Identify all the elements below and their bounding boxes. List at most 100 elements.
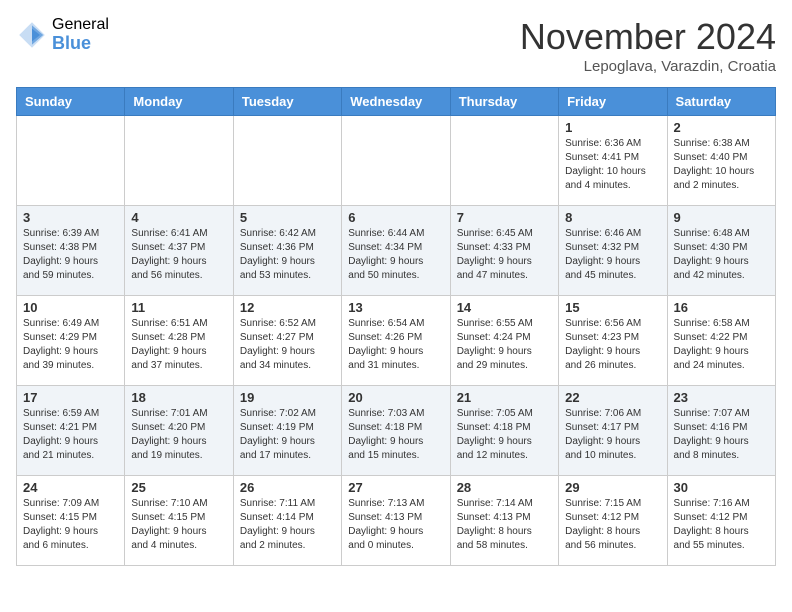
logo-general: General xyxy=(52,16,109,34)
col-header-wednesday: Wednesday xyxy=(342,88,450,116)
day-number: 18 xyxy=(131,390,226,405)
day-info: Sunrise: 6:44 AM Sunset: 4:34 PM Dayligh… xyxy=(348,227,443,283)
col-header-sunday: Sunday xyxy=(17,88,125,116)
calendar-cell: 30 Sunrise: 7:16 AM Sunset: 4:12 PM Dayli… xyxy=(667,476,775,566)
day-number: 20 xyxy=(348,390,443,405)
day-info: Sunrise: 7:15 AM Sunset: 4:12 PM Dayligh… xyxy=(565,497,660,553)
day-info: Sunrise: 6:58 AM Sunset: 4:22 PM Dayligh… xyxy=(674,317,769,373)
calendar-cell: 15 Sunrise: 6:56 AM Sunset: 4:23 PM Dayli… xyxy=(559,296,667,386)
logo-icon xyxy=(16,19,48,51)
calendar-cell xyxy=(450,116,558,206)
calendar-cell: 9 Sunrise: 6:48 AM Sunset: 4:30 PM Daylig… xyxy=(667,206,775,296)
calendar-cell xyxy=(342,116,450,206)
day-number: 9 xyxy=(674,210,769,225)
day-number: 10 xyxy=(23,300,118,315)
calendar-cell: 2Sunrise: 6:38 AM Sunset: 4:40 PM Daylig… xyxy=(667,116,775,206)
day-number: 15 xyxy=(565,300,660,315)
day-info: Sunrise: 6:51 AM Sunset: 4:28 PM Dayligh… xyxy=(131,317,226,373)
day-info: Sunrise: 6:49 AM Sunset: 4:29 PM Dayligh… xyxy=(23,317,118,373)
calendar-cell: 16 Sunrise: 6:58 AM Sunset: 4:22 PM Dayli… xyxy=(667,296,775,386)
day-number: 23 xyxy=(674,390,769,405)
day-number: 21 xyxy=(457,390,552,405)
calendar-cell: 21Sunrise: 7:05 AM Sunset: 4:18 PM Dayli… xyxy=(450,386,558,476)
day-info: Sunrise: 7:07 AM Sunset: 4:16 PM Dayligh… xyxy=(674,407,769,463)
day-info: Sunrise: 6:39 AM Sunset: 4:38 PM Dayligh… xyxy=(23,227,118,283)
day-number: 4 xyxy=(131,210,226,225)
title-area: November 2024 Lepoglava, Varazdin, Croat… xyxy=(520,16,776,75)
calendar-cell: 27 Sunrise: 7:13 AM Sunset: 4:13 PM Dayli… xyxy=(342,476,450,566)
day-number: 13 xyxy=(348,300,443,315)
day-number: 30 xyxy=(674,480,769,495)
logo: General Blue xyxy=(16,16,109,53)
day-number: 24 xyxy=(23,480,118,495)
calendar-cell xyxy=(17,116,125,206)
day-number: 8 xyxy=(565,210,660,225)
calendar-cell xyxy=(233,116,341,206)
calendar-cell: 11 Sunrise: 6:51 AM Sunset: 4:28 PM Dayli… xyxy=(125,296,233,386)
day-info: Sunrise: 7:06 AM Sunset: 4:17 PM Dayligh… xyxy=(565,407,660,463)
day-number: 5 xyxy=(240,210,335,225)
calendar-cell: 19Sunrise: 7:02 AM Sunset: 4:19 PM Dayli… xyxy=(233,386,341,476)
day-info: Sunrise: 6:56 AM Sunset: 4:23 PM Dayligh… xyxy=(565,317,660,373)
calendar-cell xyxy=(125,116,233,206)
calendar-cell: 5Sunrise: 6:42 AM Sunset: 4:36 PM Daylig… xyxy=(233,206,341,296)
calendar-cell: 20Sunrise: 7:03 AM Sunset: 4:18 PM Dayli… xyxy=(342,386,450,476)
calendar-cell: 4 Sunrise: 6:41 AM Sunset: 4:37 PM Daylig… xyxy=(125,206,233,296)
col-header-monday: Monday xyxy=(125,88,233,116)
day-number: 28 xyxy=(457,480,552,495)
day-info: Sunrise: 7:02 AM Sunset: 4:19 PM Dayligh… xyxy=(240,407,335,463)
calendar-cell: 26Sunrise: 7:11 AM Sunset: 4:14 PM Dayli… xyxy=(233,476,341,566)
col-header-friday: Friday xyxy=(559,88,667,116)
day-number: 12 xyxy=(240,300,335,315)
calendar-cell: 8Sunrise: 6:46 AM Sunset: 4:32 PM Daylig… xyxy=(559,206,667,296)
day-number: 29 xyxy=(565,480,660,495)
day-info: Sunrise: 6:41 AM Sunset: 4:37 PM Dayligh… xyxy=(131,227,226,283)
week-row-5: 24 Sunrise: 7:09 AM Sunset: 4:15 PM Dayli… xyxy=(17,476,776,566)
month-title: November 2024 xyxy=(520,16,776,58)
week-row-1: 1 Sunrise: 6:36 AM Sunset: 4:41 PM Daylig… xyxy=(17,116,776,206)
calendar-cell: 1 Sunrise: 6:36 AM Sunset: 4:41 PM Daylig… xyxy=(559,116,667,206)
day-info: Sunrise: 7:10 AM Sunset: 4:15 PM Dayligh… xyxy=(131,497,226,553)
day-number: 1 xyxy=(565,120,660,135)
day-info: Sunrise: 7:16 AM Sunset: 4:12 PM Dayligh… xyxy=(674,497,769,553)
week-row-4: 17 Sunrise: 6:59 AM Sunset: 4:21 PM Dayli… xyxy=(17,386,776,476)
day-number: 6 xyxy=(348,210,443,225)
day-info: Sunrise: 6:59 AM Sunset: 4:21 PM Dayligh… xyxy=(23,407,118,463)
day-number: 3 xyxy=(23,210,118,225)
col-header-tuesday: Tuesday xyxy=(233,88,341,116)
logo-text: General Blue xyxy=(52,16,109,53)
calendar-cell: 24 Sunrise: 7:09 AM Sunset: 4:15 PM Dayli… xyxy=(17,476,125,566)
location: Lepoglava, Varazdin, Croatia xyxy=(520,58,776,75)
day-info: Sunrise: 7:11 AM Sunset: 4:14 PM Dayligh… xyxy=(240,497,335,553)
day-number: 16 xyxy=(674,300,769,315)
day-info: Sunrise: 6:38 AM Sunset: 4:40 PM Dayligh… xyxy=(674,137,769,193)
calendar-cell: 17 Sunrise: 6:59 AM Sunset: 4:21 PM Dayli… xyxy=(17,386,125,476)
day-info: Sunrise: 6:36 AM Sunset: 4:41 PM Dayligh… xyxy=(565,137,660,193)
calendar-cell: 28Sunrise: 7:14 AM Sunset: 4:13 PM Dayli… xyxy=(450,476,558,566)
day-info: Sunrise: 7:09 AM Sunset: 4:15 PM Dayligh… xyxy=(23,497,118,553)
day-info: Sunrise: 6:48 AM Sunset: 4:30 PM Dayligh… xyxy=(674,227,769,283)
day-info: Sunrise: 6:52 AM Sunset: 4:27 PM Dayligh… xyxy=(240,317,335,373)
calendar-cell: 22 Sunrise: 7:06 AM Sunset: 4:17 PM Dayli… xyxy=(559,386,667,476)
calendar-cell: 3 Sunrise: 6:39 AM Sunset: 4:38 PM Daylig… xyxy=(17,206,125,296)
calendar-cell: 6 Sunrise: 6:44 AM Sunset: 4:34 PM Daylig… xyxy=(342,206,450,296)
day-number: 25 xyxy=(131,480,226,495)
calendar-cell: 7 Sunrise: 6:45 AM Sunset: 4:33 PM Daylig… xyxy=(450,206,558,296)
header-row: SundayMondayTuesdayWednesdayThursdayFrid… xyxy=(17,88,776,116)
calendar-cell: 18Sunrise: 7:01 AM Sunset: 4:20 PM Dayli… xyxy=(125,386,233,476)
day-info: Sunrise: 7:13 AM Sunset: 4:13 PM Dayligh… xyxy=(348,497,443,553)
day-number: 14 xyxy=(457,300,552,315)
calendar-cell: 25 Sunrise: 7:10 AM Sunset: 4:15 PM Dayli… xyxy=(125,476,233,566)
calendar-cell: 10 Sunrise: 6:49 AM Sunset: 4:29 PM Dayli… xyxy=(17,296,125,386)
day-info: Sunrise: 6:45 AM Sunset: 4:33 PM Dayligh… xyxy=(457,227,552,283)
calendar-table: SundayMondayTuesdayWednesdayThursdayFrid… xyxy=(16,87,776,566)
day-number: 11 xyxy=(131,300,226,315)
calendar-cell: 12 Sunrise: 6:52 AM Sunset: 4:27 PM Dayli… xyxy=(233,296,341,386)
day-info: Sunrise: 6:55 AM Sunset: 4:24 PM Dayligh… xyxy=(457,317,552,373)
day-info: Sunrise: 6:54 AM Sunset: 4:26 PM Dayligh… xyxy=(348,317,443,373)
day-number: 17 xyxy=(23,390,118,405)
day-number: 27 xyxy=(348,480,443,495)
day-number: 7 xyxy=(457,210,552,225)
day-number: 22 xyxy=(565,390,660,405)
calendar-cell: 13 Sunrise: 6:54 AM Sunset: 4:26 PM Dayli… xyxy=(342,296,450,386)
